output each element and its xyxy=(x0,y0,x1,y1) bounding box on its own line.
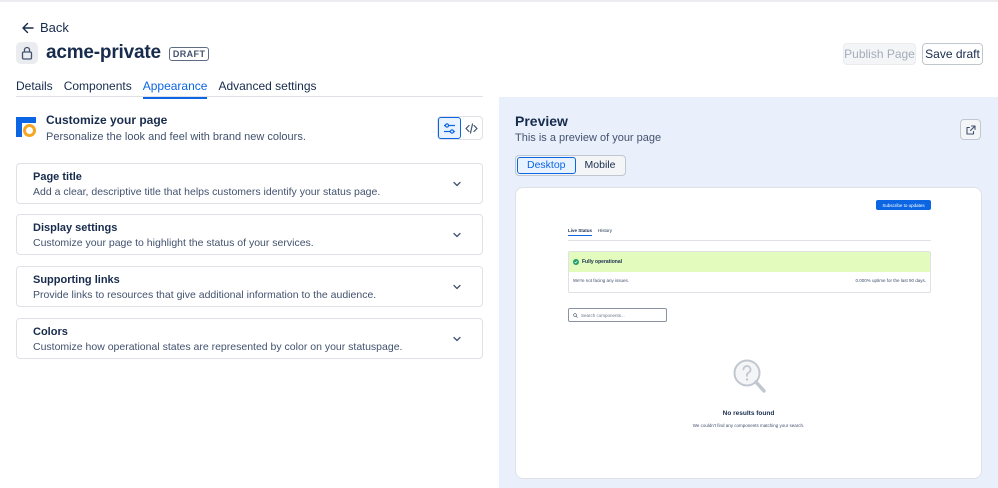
desktop-option[interactable]: Desktop xyxy=(517,157,576,174)
preview-tab-divider xyxy=(568,240,931,241)
settings-sliders-icon[interactable] xyxy=(438,117,461,139)
status-card: Fully operational We're not facing any i… xyxy=(568,251,931,293)
preview-title: Preview xyxy=(515,113,568,129)
section-page-title[interactable]: Page title Add a clear, descriptive titl… xyxy=(16,163,483,204)
lock-icon xyxy=(16,42,38,64)
tab-divider xyxy=(16,96,483,97)
preview-frame: Subscribe to updates Live Status History… xyxy=(515,187,982,479)
section-description: Customize your page to highlight the sta… xyxy=(33,237,314,249)
section-description: Add a clear, descriptive title that help… xyxy=(33,186,381,198)
section-title: Display settings xyxy=(33,222,118,234)
status-details: We're not facing any issues. 0.000% upti… xyxy=(569,272,930,289)
section-title: Page title xyxy=(33,171,82,183)
tab-live-status[interactable]: Live Status xyxy=(568,228,593,236)
mobile-option[interactable]: Mobile xyxy=(576,157,625,174)
arrow-left-icon xyxy=(22,22,34,33)
code-icon[interactable] xyxy=(461,117,482,139)
brand-logo-icon xyxy=(16,117,36,139)
empty-state-title: No results found xyxy=(722,410,775,417)
back-link[interactable]: Back xyxy=(22,20,69,35)
page-title-row: acme-private DRAFT xyxy=(16,42,210,64)
status-header: Fully operational xyxy=(569,252,930,272)
save-draft-button[interactable]: Save draft xyxy=(922,43,983,65)
section-colors[interactable]: Colors Customize how operational states … xyxy=(16,318,483,359)
customize-header: Customize your page Personalize the look… xyxy=(16,113,306,143)
external-link-icon xyxy=(965,124,976,135)
back-label: Back xyxy=(40,20,69,35)
publish-page-button[interactable]: Publish Page xyxy=(843,43,916,65)
status-message: We're not facing any issues. xyxy=(573,278,630,283)
preview-subtitle: This is a preview of your page xyxy=(515,132,662,144)
chevron-down-icon xyxy=(453,284,461,290)
status-title: Fully operational xyxy=(582,259,623,265)
section-display-settings[interactable]: Display settings Customize your page to … xyxy=(16,214,483,255)
search-placeholder: Search components... xyxy=(581,312,625,318)
page-title: acme-private xyxy=(46,42,161,63)
component-search-input[interactable]: Search components... xyxy=(568,308,667,322)
subscribe-button[interactable]: Subscribe to updates xyxy=(876,200,931,210)
status-badge: DRAFT xyxy=(168,47,210,61)
preview-panel: Preview This is a preview of your page D… xyxy=(499,97,998,488)
uptime-text: 0.000% uptime for the last 90 days. xyxy=(855,278,926,283)
section-description: Provide links to resources that give add… xyxy=(33,289,377,301)
section-supporting-links[interactable]: Supporting links Provide links to resour… xyxy=(16,266,483,307)
open-external-button[interactable] xyxy=(960,119,981,140)
empty-state-message: We couldn't find any components matching… xyxy=(692,423,805,428)
magnifier-question-icon xyxy=(733,359,766,393)
section-title: Supporting links xyxy=(33,274,120,286)
view-mode-toggle xyxy=(437,116,483,140)
preview-tab-bar: Live Status History xyxy=(568,228,612,236)
chevron-down-icon xyxy=(453,232,461,238)
chevron-down-icon xyxy=(453,336,461,342)
check-circle-icon xyxy=(573,259,579,265)
search-icon xyxy=(573,312,578,318)
top-border xyxy=(0,0,998,2)
section-description: Customize how operational states are rep… xyxy=(33,341,403,353)
customize-subtitle: Personalize the look and feel with brand… xyxy=(46,131,306,143)
device-toggle: Desktop Mobile xyxy=(515,155,627,176)
tab-history[interactable]: History xyxy=(598,228,612,236)
section-title: Colors xyxy=(33,326,68,338)
chevron-down-icon xyxy=(453,181,461,187)
customize-title: Customize your page xyxy=(46,113,168,127)
